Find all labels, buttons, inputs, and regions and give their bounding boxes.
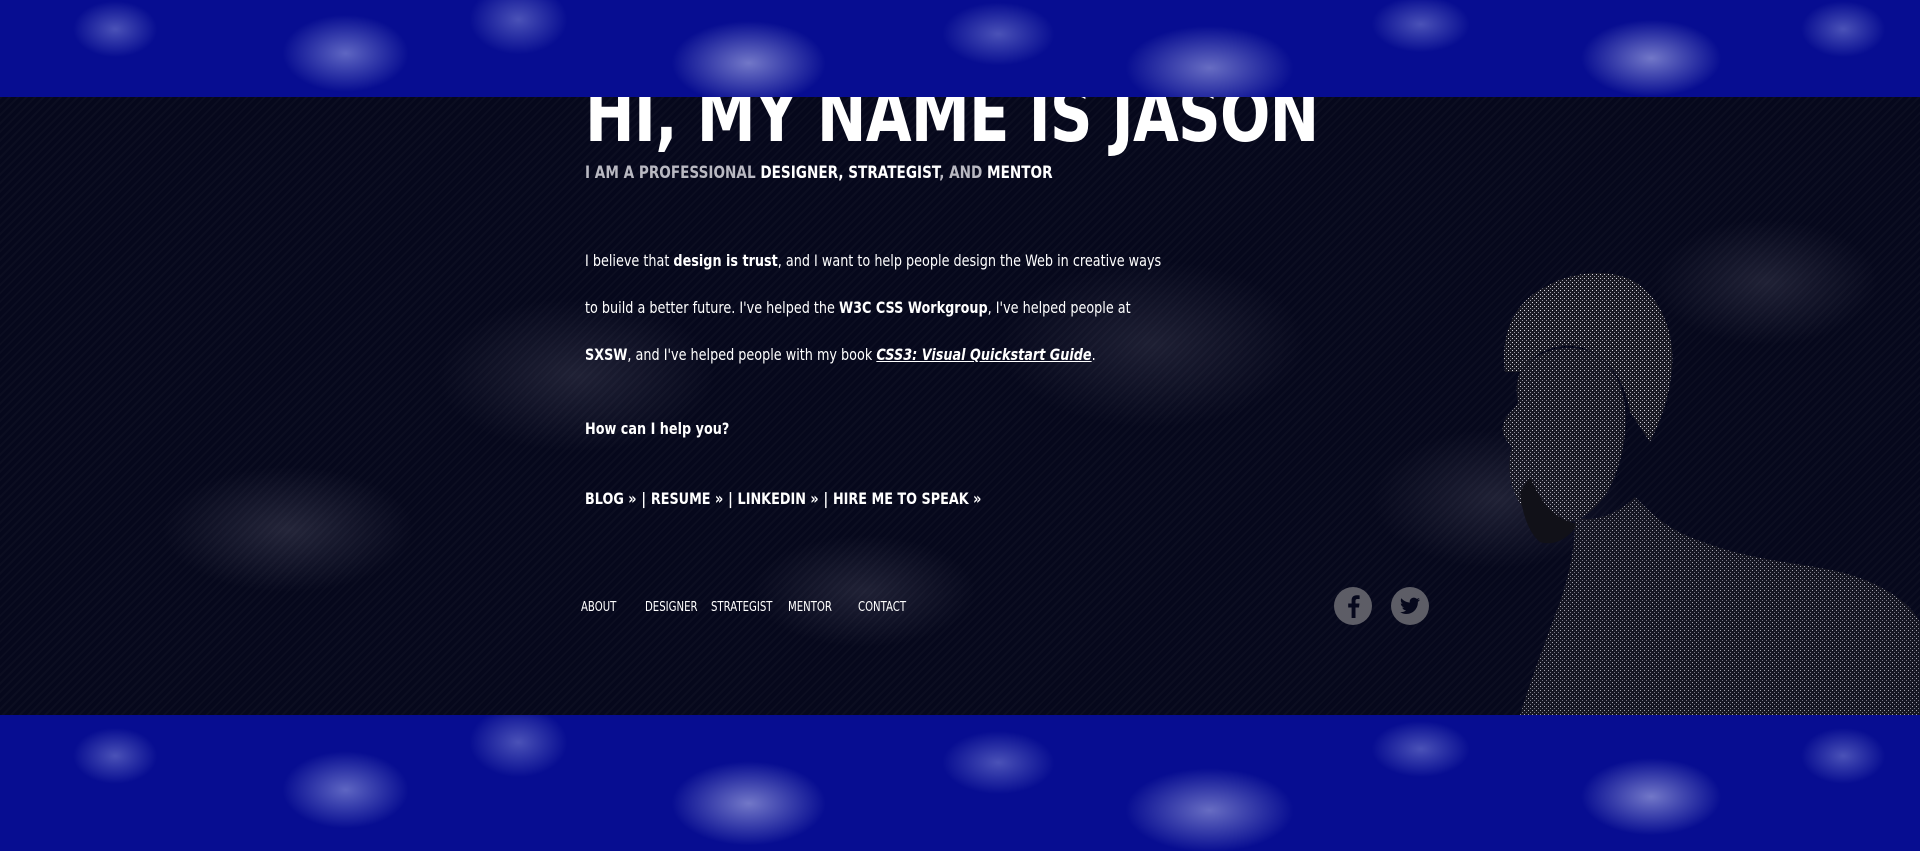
background-bottom-band <box>0 715 1920 851</box>
link-separator: | <box>728 489 733 508</box>
tagline-role-strategist: STRATEGIST <box>848 163 940 183</box>
tagline-role-mentor: MENTOR <box>987 163 1053 183</box>
twitter-button[interactable] <box>1391 587 1429 625</box>
bio-text: , I've helped people at <box>987 298 1131 317</box>
nav-item-contact[interactable]: CONTACT <box>858 600 906 615</box>
resume-link[interactable]: RESUME » <box>651 489 723 508</box>
bio-paragraph: I believe that design is trust, and I wa… <box>585 237 1177 378</box>
book-link[interactable]: CSS3: Visual Quickstart Guide <box>876 345 1091 364</box>
bio-text: . <box>1091 345 1096 364</box>
portrait-image <box>1502 272 1920 715</box>
main-panel: HI, MY NAME IS JASON I AM A PROFESSIONAL… <box>0 97 1920 715</box>
tagline: I AM A PROFESSIONAL DESIGNER, STRATEGIST… <box>585 163 1053 183</box>
link-separator: | <box>641 489 647 508</box>
bio-emphasis-sxsw: SXSW <box>585 345 628 364</box>
blog-link[interactable]: BLOG » <box>585 489 637 508</box>
nav-item-about[interactable]: ABOUT <box>581 600 616 615</box>
bio-emphasis-w3c: W3C CSS Workgroup <box>839 298 988 317</box>
facebook-icon <box>1348 595 1360 618</box>
tagline-prefix: I AM A PROFESSIONAL <box>585 163 756 183</box>
quick-links: BLOG » | RESUME » | LINKEDIN » | HIRE ME TO SP… <box>585 489 981 508</box>
nav-item-designer[interactable]: DESIGNER <box>645 600 698 615</box>
tagline-separator: , <box>838 163 844 183</box>
nav-item-mentor[interactable]: MENTOR <box>788 600 832 615</box>
tagline-role-designer: DESIGNER <box>760 163 839 183</box>
bio-emphasis-design-trust: design is trust <box>673 251 778 270</box>
bio-text: , and I've helped people with my book <box>627 345 873 364</box>
help-question: How can I help you? <box>585 419 730 438</box>
linkedin-link[interactable]: LINKEDIN » <box>738 489 819 508</box>
tagline-separator-and: , AND <box>939 163 983 183</box>
page-title: HI, MY NAME IS JASON <box>585 97 1319 159</box>
link-separator: | <box>823 489 829 508</box>
hire-me-to-speak-link[interactable]: HIRE ME TO SPEAK » <box>833 489 981 508</box>
facebook-button[interactable] <box>1334 587 1372 625</box>
bio-text: I believe that <box>585 251 670 270</box>
background-top-band <box>0 0 1920 97</box>
nav-item-strategist[interactable]: STRATEGIST <box>711 600 772 615</box>
twitter-icon <box>1400 597 1420 614</box>
